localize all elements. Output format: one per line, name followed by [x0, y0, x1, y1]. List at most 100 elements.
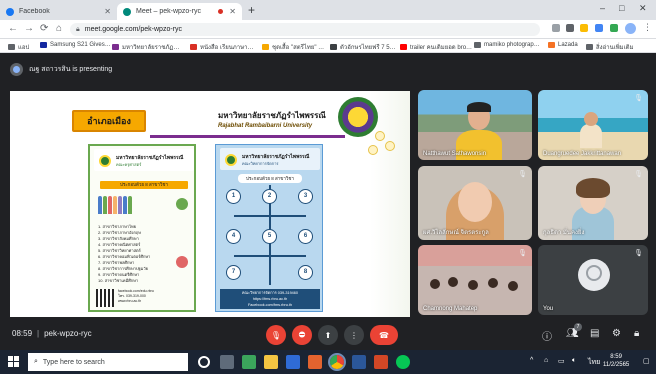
bookmark-favicon-icon	[112, 44, 119, 50]
network-icon[interactable]: ⌂	[544, 357, 548, 364]
taskbar-search-placeholder: Type here to search	[42, 358, 105, 366]
program-node: 6	[298, 229, 313, 244]
bookmark-item[interactable]: trailer คนเดิมยอด bro…	[400, 42, 472, 52]
chat-icon[interactable]: ▤	[590, 328, 599, 339]
bookmark-favicon-icon	[8, 44, 15, 50]
participant-tile[interactable]: 🎙︎ Duangruedee Jakkrittanawan	[538, 90, 648, 160]
task-view-icon[interactable]	[220, 355, 234, 369]
notifications-icon[interactable]: ▢	[643, 357, 650, 365]
bookmark-favicon-icon	[400, 44, 407, 50]
student-icon	[176, 256, 188, 268]
bookmark-label: ตัวอักษรไทยฟรี 7 5…	[340, 45, 396, 51]
program-node: 2	[262, 189, 277, 204]
poster-contact: คณะวิทยาการจัดการ 039-319460 https://fms…	[220, 289, 320, 309]
bookmark-item[interactable]: Samsung S21 Gives…	[40, 42, 111, 48]
present-button[interactable]: ⬆︎	[318, 325, 338, 345]
participant-tile-self[interactable]: 🎙︎ You	[538, 245, 648, 315]
extension-icon[interactable]	[595, 24, 603, 32]
bookmark-favicon-icon	[474, 42, 481, 48]
app-icon[interactable]	[242, 355, 256, 369]
url-field[interactable]: 🔒︎ meet.google.com/pek-wpzo-ryc	[70, 23, 540, 36]
notification-chevron-icon[interactable]: ^	[530, 357, 533, 364]
volume-icon[interactable]: 🔈︎	[572, 357, 576, 365]
close-tab-icon[interactable]: ✕	[104, 7, 111, 16]
close-window-button[interactable]: ✕	[639, 3, 647, 14]
bookmark-label: Samsung S21 Gives…	[50, 42, 111, 48]
file-explorer-icon[interactable]	[264, 355, 278, 369]
participant-name: Chamnong Mahatep	[423, 306, 478, 312]
participant-tile[interactable]: 🎙︎ Chamnong Mahatep	[418, 245, 532, 315]
taskbar-search[interactable]: ⌕ Type here to search	[28, 353, 188, 371]
more-options-button[interactable]: ⋮	[344, 325, 364, 345]
district-label: อำเภอเมือง	[72, 110, 146, 132]
install-icon[interactable]	[566, 24, 574, 32]
mic-muted-icon: 🎙︎	[634, 95, 643, 102]
profile-avatar[interactable]	[625, 23, 636, 34]
activities-icon[interactable]: ⚙︎	[612, 328, 621, 339]
meeting-details-icon[interactable]: ⓘ	[542, 328, 552, 343]
battery-icon[interactable]: ▭	[558, 357, 565, 365]
new-tab-button[interactable]: +	[248, 3, 255, 17]
mic-muted-icon: 🎙︎	[518, 250, 527, 257]
bookmark-item[interactable]: มหาวิทยาลัยราชภัฏ…	[112, 42, 179, 52]
graduate-icon	[176, 198, 188, 210]
tab-title: Facebook	[19, 8, 50, 15]
participant-name: You	[543, 306, 554, 312]
store-icon[interactable]	[286, 355, 300, 369]
participant-tile[interactable]: Natthawut Sathawonsin	[418, 90, 532, 160]
self-avatar	[578, 259, 610, 291]
taskbar-clock[interactable]: 8:59 11/2/2565	[603, 353, 629, 369]
mic-toggle-button[interactable]: 🎙︎	[266, 325, 286, 345]
url-text: meet.google.com/pek-wpzo-ryc	[84, 26, 182, 33]
tab-meet[interactable]: Meet – pek-wpzo-ryc ✕	[117, 3, 242, 20]
chrome-icon[interactable]	[328, 353, 346, 371]
language-indicator[interactable]: ไทย	[588, 357, 600, 368]
bookmark-favicon-icon	[330, 44, 337, 50]
participant-tile[interactable]: 🎙︎ ผศ.วิไลลักษณ์ จิตรตระกูล	[418, 166, 532, 240]
program-node: 4	[226, 229, 241, 244]
host-controls-icon[interactable]: 🔒︎	[634, 328, 639, 339]
windows-start-icon[interactable]	[8, 356, 20, 368]
cortana-icon[interactable]	[198, 356, 210, 368]
presenting-text: ณฐ สถาวรสิน is presenting	[29, 65, 113, 73]
flower-icon	[368, 145, 378, 155]
bookmarks-bar: แอป Samsung S21 Gives… มหาวิทยาลัยราชภัฏ… ห…	[0, 39, 656, 53]
firefox-icon[interactable]	[308, 355, 322, 369]
line-icon[interactable]	[396, 355, 410, 369]
bookmark-item[interactable]: แอป	[8, 42, 29, 52]
program-node: 1	[226, 189, 241, 204]
word-icon[interactable]	[352, 355, 366, 369]
bookmark-star-icon[interactable]	[580, 24, 588, 32]
flower-icon	[385, 141, 395, 151]
browser-menu-icon[interactable]: ⋮	[643, 22, 652, 33]
home-icon[interactable]: ⌂	[56, 23, 62, 34]
participant-tile[interactable]: 🎙︎ กุลธิดา มั่นคงยิ่ง	[538, 166, 648, 240]
presenter-banner: ณฐ สถาวรสิน is presenting	[10, 62, 112, 76]
minimize-button[interactable]: –	[600, 3, 605, 13]
program-node: 8	[298, 265, 313, 280]
forward-icon[interactable]: →	[24, 23, 34, 34]
bookmark-item[interactable]: หนังสือ เรียนภาษา…	[190, 42, 253, 52]
end-call-button[interactable]: ☎︎	[370, 325, 398, 345]
tab-facebook[interactable]: Facebook ✕	[0, 3, 117, 20]
meet-control-bar: 08:59 | pek-wpzo-ryc 🎙︎ ⛔︎ ⬆︎ ⋮ ☎︎ ⓘ 👥︎ 7 …	[0, 320, 656, 350]
maximize-button[interactable]: □	[619, 3, 624, 13]
bookmark-label: mamiko photograp…	[484, 42, 540, 48]
camera-toggle-button[interactable]: ⛔︎	[292, 325, 312, 345]
bookmark-item[interactable]: ตัวอักษรไทยฟรี 7 5…	[330, 42, 396, 52]
powerpoint-icon[interactable]	[374, 355, 388, 369]
bookmark-item[interactable]: Lazada	[548, 42, 578, 48]
reload-icon[interactable]: ⟳	[40, 23, 48, 34]
extensions-puzzle-icon[interactable]	[610, 24, 618, 32]
bookmark-item[interactable]: mamiko photograp…	[474, 42, 540, 48]
back-icon[interactable]: ←	[8, 23, 18, 34]
bookmark-item[interactable]: ชุดเสื้อ "สตรีไทย" …	[262, 42, 324, 52]
browser-tab-strip: Facebook ✕ Meet – pek-wpzo-ryc ✕ + – □ ✕	[0, 0, 656, 20]
qr-code-icon	[96, 289, 114, 307]
camera-permission-icon[interactable]	[552, 24, 560, 32]
close-tab-icon[interactable]: ✕	[229, 7, 236, 16]
bookmark-favicon-icon	[40, 42, 47, 48]
bookmark-item[interactable]: สิ่งอ่านเพิ่มเติม	[586, 42, 634, 52]
meet-stage: ณฐ สถาวรสิน is presenting อำเภอเมือง มหา…	[0, 54, 656, 350]
poster-education: มหาวิทยาลัยราชภัฏรำไพพรรณี คณะครุศาสตร์ …	[88, 144, 196, 312]
